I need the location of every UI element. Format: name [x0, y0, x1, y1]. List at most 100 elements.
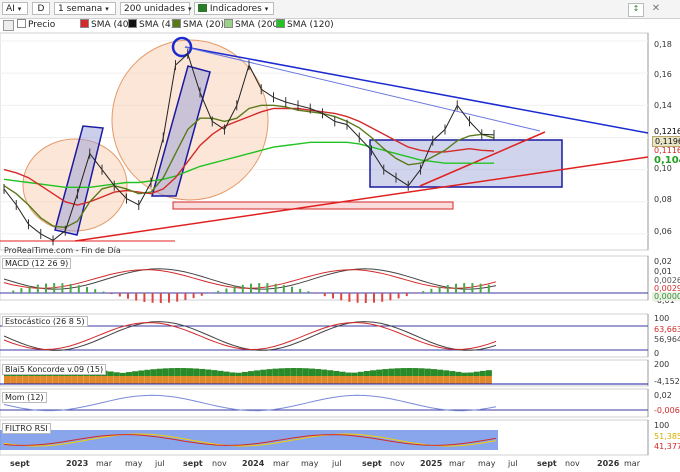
- indicator-title-macd[interactable]: MACD (12 26 9): [2, 258, 72, 269]
- macd-histogram-bar: [323, 293, 326, 297]
- koncorde-bar: [199, 368, 206, 376]
- koncorde-bar: [388, 368, 395, 376]
- x-tick-label: jul: [332, 459, 342, 468]
- koncorde-bar: [65, 376, 71, 384]
- koncorde-bar: [321, 376, 328, 384]
- koncorde-bar: [168, 368, 175, 376]
- koncorde-bar: [113, 372, 120, 376]
- koncorde-bar: [187, 376, 193, 384]
- y-tick-label: 0,16: [654, 70, 672, 79]
- macd-histogram-bar: [118, 293, 121, 297]
- macd-histogram-bar: [414, 293, 416, 294]
- koncorde-bar: [443, 370, 450, 376]
- koncorde-bar: [144, 369, 151, 376]
- x-tick-label: nov: [565, 459, 580, 468]
- macd-histogram-bar: [151, 293, 154, 303]
- koncorde-bar: [16, 376, 23, 384]
- y-tick-label: 0,18: [654, 40, 672, 49]
- macd-histogram-bar: [446, 284, 449, 293]
- koncorde-bar: [278, 376, 285, 384]
- macd-histogram-bar: [86, 287, 88, 293]
- koncorde-bar: [333, 370, 340, 376]
- koncorde-bar: [449, 376, 456, 384]
- koncorde-bar: [229, 372, 236, 376]
- macd-histogram-bar: [200, 293, 203, 296]
- koncorde-bar: [266, 369, 273, 376]
- macd-histogram-bar: [28, 286, 31, 293]
- koncorde-bar: [223, 371, 230, 376]
- rsi-tag: 51,385: [654, 432, 680, 441]
- x-tick-label: sept: [362, 459, 382, 468]
- stoch-y-tick: 100: [654, 314, 670, 323]
- macd-histogram-bar: [373, 293, 375, 303]
- koncorde-bar: [229, 376, 236, 384]
- panel-frame: [0, 388, 649, 418]
- indicator-title-stochastic[interactable]: Estocástico (26 8 5): [2, 316, 88, 327]
- koncorde-bar: [418, 376, 425, 384]
- koncorde-bar: [272, 368, 279, 376]
- koncorde-bar: [412, 368, 419, 376]
- koncorde-tag: -4,1528: [654, 377, 680, 386]
- macd-histogram-bar: [36, 284, 39, 293]
- koncorde-bar: [10, 376, 17, 384]
- koncorde-bar: [370, 376, 376, 384]
- koncorde-bar: [144, 376, 151, 384]
- koncorde-bar: [296, 368, 303, 376]
- koncorde-bar: [302, 368, 309, 376]
- x-tick-label: nov: [390, 459, 405, 468]
- macd-histogram-bar: [45, 283, 47, 293]
- macd-histogram-bar: [389, 293, 392, 301]
- macd-histogram-bar: [471, 283, 474, 293]
- koncorde-bar: [309, 376, 315, 384]
- macd-histogram-bar: [381, 293, 384, 302]
- koncorde-bar: [424, 376, 431, 384]
- koncorde-bar: [138, 376, 145, 384]
- koncorde-bar: [260, 376, 267, 384]
- koncorde-bar: [309, 368, 315, 376]
- indicator-title-momentum[interactable]: Mom (12): [2, 392, 47, 403]
- koncorde-bar: [424, 368, 431, 376]
- macd-histogram-bar: [291, 286, 293, 293]
- koncorde-bar: [461, 376, 468, 384]
- x-tick-label: jul: [508, 459, 518, 468]
- koncorde-bar: [132, 371, 139, 376]
- x-tick-label: mar: [624, 459, 640, 468]
- koncorde-bar: [254, 370, 261, 376]
- indicator-title-filtro-rsi[interactable]: FILTRO RSI: [2, 423, 51, 434]
- koncorde-bar: [101, 376, 108, 384]
- macd-histogram-bar: [94, 289, 97, 293]
- indicator-title-koncorde[interactable]: Blai5 Koncorde v.09 (15): [2, 364, 107, 375]
- macd-histogram-bar: [192, 293, 195, 299]
- macd-histogram-bar: [184, 293, 187, 301]
- koncorde-bar: [113, 376, 120, 384]
- x-tick-label: sept: [10, 459, 30, 468]
- koncorde-bar: [46, 376, 53, 384]
- koncorde-bar: [254, 376, 261, 384]
- macd-histogram-bar: [53, 283, 56, 293]
- koncorde-bar: [156, 376, 163, 384]
- koncorde-bar: [162, 368, 169, 376]
- koncorde-bar: [217, 376, 224, 384]
- koncorde-bar: [400, 376, 407, 384]
- macd-histogram-bar: [422, 291, 425, 293]
- koncorde-bar: [467, 376, 474, 384]
- koncorde-bar: [418, 368, 425, 376]
- macd-histogram-bar: [241, 284, 244, 293]
- price-chart[interactable]: [0, 0, 680, 472]
- koncorde-bar: [217, 370, 224, 376]
- macd-histogram-bar: [348, 293, 351, 302]
- koncorde-bar: [235, 372, 242, 376]
- koncorde-bar: [260, 369, 267, 376]
- koncorde-bar: [138, 370, 145, 376]
- macd-y-tick: 0,01: [654, 267, 672, 276]
- macd-histogram-bar: [266, 283, 269, 293]
- koncorde-bar: [71, 376, 78, 384]
- koncorde-bar: [272, 376, 279, 384]
- macd-histogram-bar: [127, 293, 129, 299]
- koncorde-bar: [431, 376, 437, 384]
- macd-histogram-bar: [479, 283, 482, 293]
- x-tick-label: jul: [155, 459, 165, 468]
- macd-histogram-bar: [143, 293, 146, 302]
- macd-histogram-bar: [77, 285, 80, 293]
- koncorde-bar: [437, 369, 444, 376]
